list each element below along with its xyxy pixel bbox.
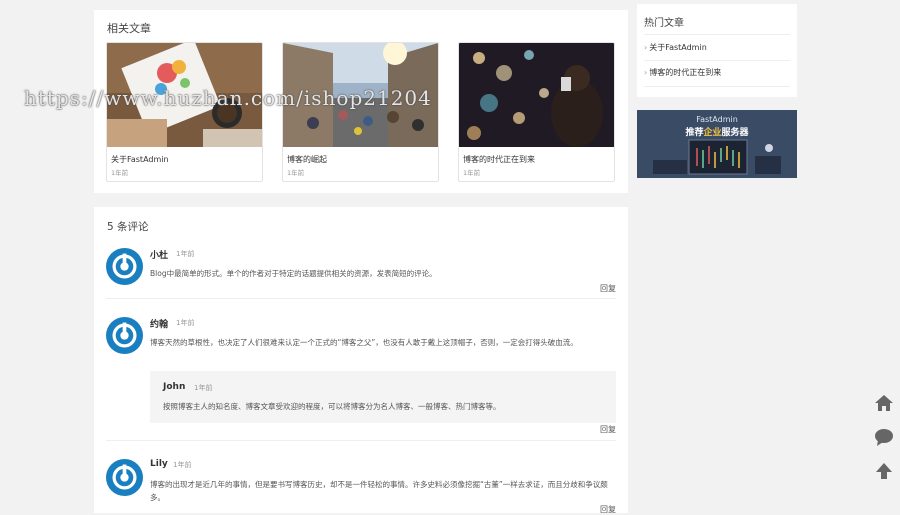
hot-articles-title: 热门文章 [644,18,684,29]
comment-icon[interactable] [874,427,894,447]
article-time: 1年前 [111,169,129,177]
divider [106,298,616,299]
hot-article-link[interactable]: › 博客的时代正在到来 [644,67,721,78]
comment-author: 小杜 [150,251,169,261]
article-time: 1年前 [463,169,481,177]
article-time: 1年前 [287,169,305,177]
chevron-right-icon: › [644,68,648,77]
comment-item: 小杜 1年前 Blog中最简单的形式。单个的作者对于特定的话题提供相关的资源，发… [106,248,616,298]
divider [644,34,790,35]
arrow-up-icon[interactable] [874,461,894,481]
ad-banner[interactable]: FastAdmin 推荐企业服务器 [637,110,797,178]
article-thumbnail[interactable] [107,43,262,147]
article-title[interactable]: 关于FastAdmin [111,154,169,165]
avatar [106,459,143,496]
reply-author: John [163,382,186,392]
reply-link[interactable]: 回复 [600,424,616,435]
article-card[interactable]: 博客的时代正在到来 1年前 [458,42,615,182]
related-articles-title: 相关文章 [107,22,151,35]
divider [644,60,790,61]
hot-article-link[interactable]: › 关于FastAdmin [644,42,707,53]
related-articles-panel: 相关文章 关于FastAdmin 1年前 博客的崛起 1年前 博客的时代正在到来… [94,10,628,193]
article-card[interactable]: 博客的崛起 1年前 [282,42,439,182]
article-title[interactable]: 博客的时代正在到来 [463,154,535,165]
server-illustration [653,139,781,175]
comment-text: Blog中最简单的形式。单个的作者对于特定的话题提供相关的资源，发表简短的评论。 [150,269,437,278]
comment-time: 1年前 [176,250,195,258]
reply-time: 1年前 [194,384,213,392]
reply-text: 按照博客主人的知名度、博客文章受欢迎的程度，可以将博客分为名人博客、一般博客、热… [163,402,501,411]
comment-item: Lily 1年前 博客的出现才是近几年的事情，但是要书写博客历史，却不是一件轻松… [106,459,616,515]
article-thumbnail[interactable] [459,43,614,147]
comment-author: 约翰 [150,320,169,330]
comment-actions: 回复 [106,423,616,437]
nested-reply: John 1年前 按照博客主人的知名度、博客文章受欢迎的程度，可以将博客分为名人… [150,371,616,423]
comment-text: 博客天然的草根性，也决定了人们很难来认定一个正式的“博客之父”，也没有人敢于戴上… [150,338,578,347]
article-card[interactable]: 关于FastAdmin 1年前 [106,42,263,182]
comment-time: 1年前 [173,461,192,469]
divider [644,86,790,87]
hot-article-label[interactable]: 博客的时代正在到来 [649,68,721,77]
comment-text: 博客的出现才是近几年的事情，但是要书写博客历史，却不是一件轻松的事情。许多史料必… [150,480,608,502]
reply-link[interactable]: 回复 [600,283,616,294]
divider [106,440,616,441]
hot-articles-panel: 热门文章 › 关于FastAdmin › 博客的时代正在到来 [637,4,797,97]
hot-article-label[interactable]: 关于FastAdmin [649,43,707,52]
chevron-right-icon: › [644,43,648,52]
banner-brand: FastAdmin [696,115,738,124]
comment-time: 1年前 [176,319,195,327]
home-icon[interactable] [874,393,894,413]
comment-author: Lily [150,459,168,469]
avatar [106,248,143,285]
comments-panel: 5 条评论 小杜 1年前 Blog中最简单的形式。单个的作者对于特定的话题提供相… [94,207,628,515]
banner-slogan: 推荐企业服务器 [685,128,749,138]
article-thumbnail[interactable] [283,43,438,147]
article-title[interactable]: 博客的崛起 [287,154,327,165]
reply-link[interactable]: 回复 [600,504,616,515]
avatar [106,317,143,354]
comments-title: 5 条评论 [107,221,149,233]
